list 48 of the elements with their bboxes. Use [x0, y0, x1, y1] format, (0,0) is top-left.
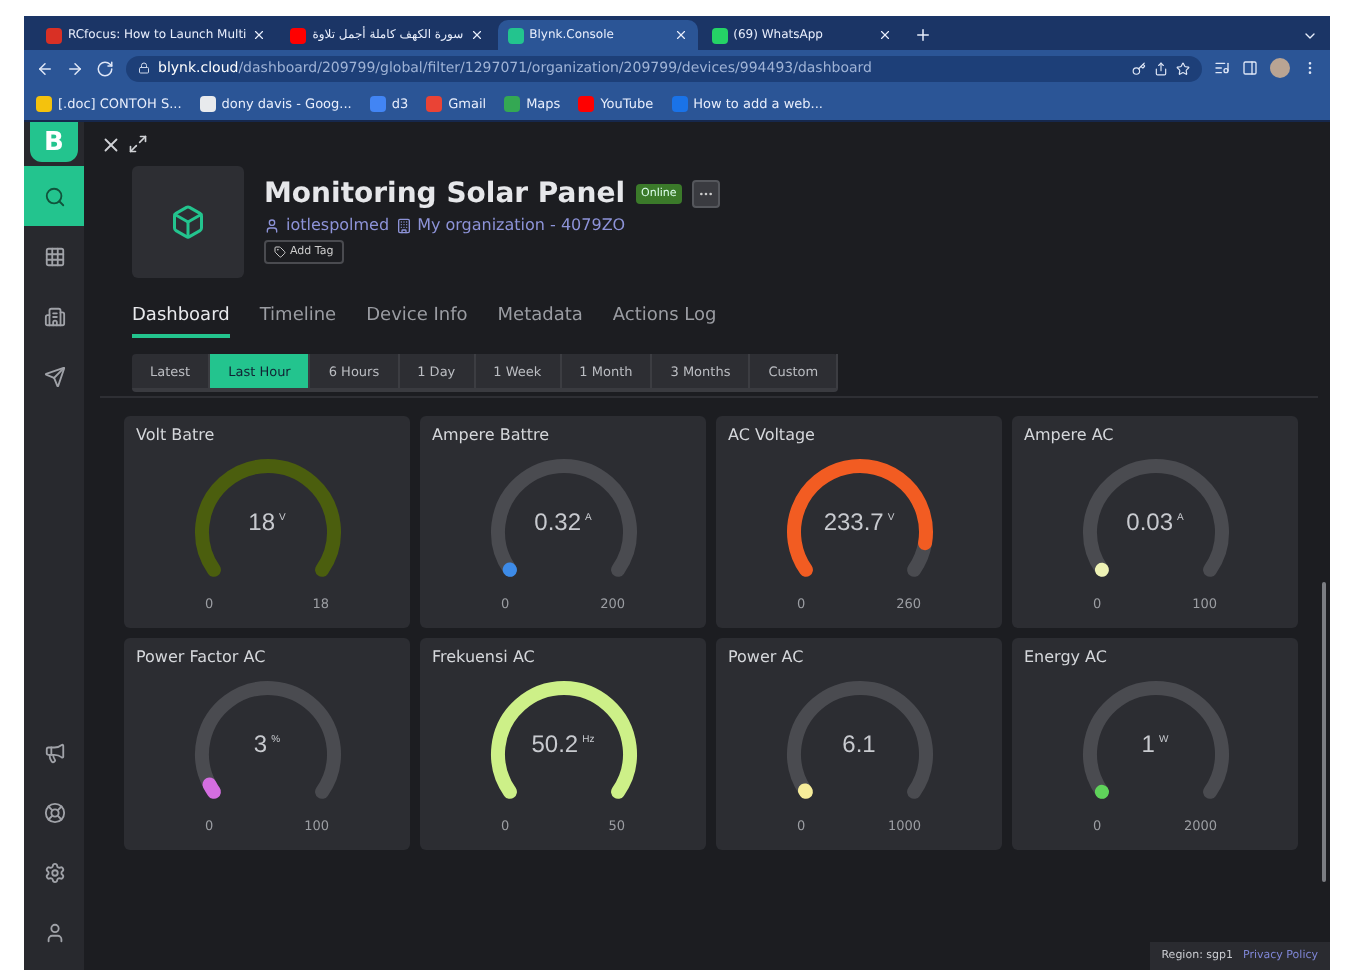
building-icon	[395, 217, 412, 233]
avatar-icon[interactable]	[1270, 58, 1290, 78]
close-icon[interactable]	[252, 28, 267, 42]
sidebar-icon[interactable]	[1242, 60, 1258, 76]
card-title: Ampere Battre	[432, 426, 552, 444]
card-title: Energy AC	[1024, 648, 1109, 666]
reload-icon[interactable]	[96, 59, 114, 77]
expand-icon[interactable]	[128, 134, 148, 154]
star-icon[interactable]	[1176, 61, 1190, 75]
close-icon[interactable]	[469, 28, 484, 42]
owner-link[interactable]: iotlespolmed	[286, 216, 390, 234]
gauge-value: 3 $^{%}$	[251, 730, 283, 758]
tag-icon	[274, 246, 286, 258]
scrollbar[interactable]	[1322, 582, 1326, 882]
gauge-value: 6.1	[840, 730, 878, 758]
gauge-value: 18 $^{V}$	[246, 508, 288, 536]
gauge-value: 50.2 $^{Hz}$	[529, 730, 597, 758]
share-icon[interactable]	[1154, 61, 1168, 75]
card-title: AC Voltage	[728, 426, 817, 444]
card-title: Power Factor AC	[136, 648, 268, 666]
chevron-icon[interactable]	[1302, 28, 1318, 44]
device-name: Monitoring Solar Panel	[264, 178, 626, 210]
close-icon[interactable]	[100, 133, 122, 155]
gauge-value: 0.03 $^{A}$	[1124, 508, 1186, 536]
gauge-value: 1 $^{W}$	[1139, 730, 1171, 758]
nav-tab[interactable]: Metadata	[497, 306, 583, 338]
card-title: Frekuensi AC	[432, 648, 537, 666]
lock-icon	[138, 62, 150, 74]
user-icon	[264, 217, 280, 233]
nav-tab[interactable]: Device Info	[366, 306, 468, 338]
search-icon[interactable]	[24, 166, 84, 226]
gauge-value: 233.7 $^{V}$	[821, 508, 897, 536]
back-icon[interactable]	[36, 59, 54, 77]
card-title: Volt Batre	[136, 426, 217, 444]
close-icon[interactable]	[877, 28, 892, 42]
gauge-value: 0.32 $^{A}$	[532, 508, 594, 536]
device-icon	[132, 166, 244, 278]
key-icon[interactable]	[1132, 61, 1146, 75]
media-icon[interactable]	[1214, 60, 1230, 76]
nav-tab[interactable]: Dashboard	[132, 306, 230, 338]
nav-tab[interactable]: Actions Log	[612, 306, 717, 338]
new-tab-icon[interactable]	[913, 26, 932, 44]
card-title: Ampere AC	[1024, 426, 1116, 444]
nav-tab[interactable]: Timeline	[259, 306, 337, 338]
organization-link[interactable]: My organization - 4079ZO	[417, 216, 626, 234]
close-icon[interactable]	[673, 28, 688, 42]
card-title: Power AC	[728, 648, 806, 666]
forward-icon[interactable]	[66, 59, 84, 77]
